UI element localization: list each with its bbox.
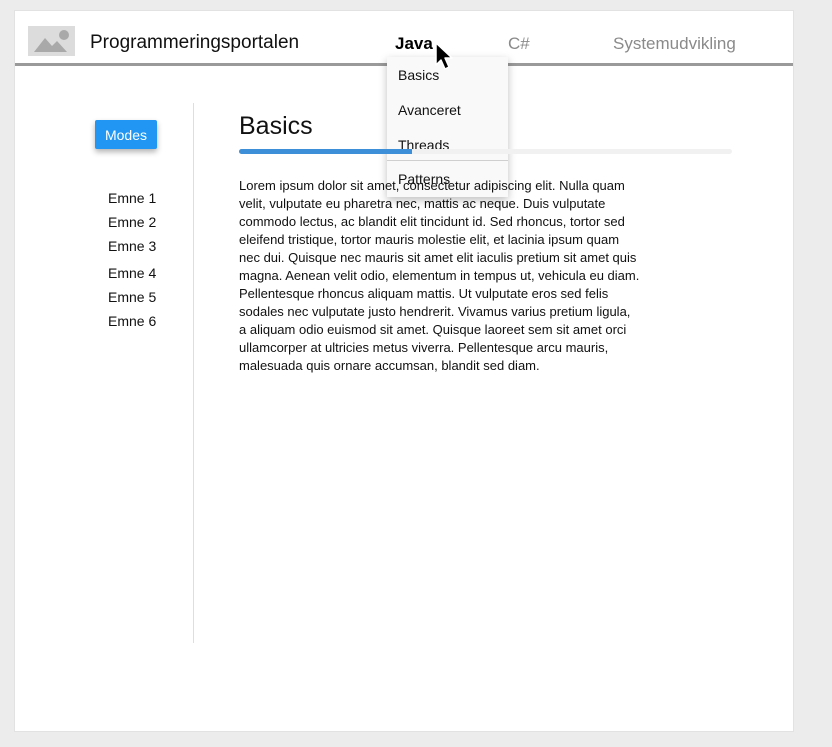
image-placeholder-icon — [28, 26, 75, 56]
page-title: Basics — [239, 112, 313, 140]
mouse-pointer-icon — [435, 42, 453, 70]
progress-bar — [239, 149, 732, 154]
sidebar-item-emne-4[interactable]: Emne 4 — [108, 265, 156, 281]
sidebar-item-emne-1[interactable]: Emne 1 — [108, 190, 156, 206]
java-dropdown-menu: Basics Avanceret Threads Patterns — [387, 57, 508, 197]
sidebar-divider — [193, 103, 194, 643]
nav-csharp[interactable]: C# — [508, 34, 530, 54]
sidebar-item-emne-5[interactable]: Emne 5 — [108, 289, 156, 305]
menu-divider — [387, 160, 508, 161]
modes-button[interactable]: Modes — [95, 120, 157, 149]
sidebar-item-emne-6[interactable]: Emne 6 — [108, 313, 156, 329]
page-canvas: Programmeringsportalen Java C# Systemudv… — [14, 10, 794, 732]
nav-systemudvikling[interactable]: Systemudvikling — [613, 34, 736, 54]
sidebar-item-emne-3[interactable]: Emne 3 — [108, 238, 156, 254]
sidebar-item-emne-2[interactable]: Emne 2 — [108, 214, 156, 230]
progress-fill — [239, 149, 412, 154]
nav-java[interactable]: Java — [395, 34, 433, 54]
menu-item-avanceret[interactable]: Avanceret — [398, 102, 461, 118]
body-text: Lorem ipsum dolor sit amet, consectetur … — [239, 178, 640, 373]
brand-title[interactable]: Programmeringsportalen — [90, 32, 299, 54]
